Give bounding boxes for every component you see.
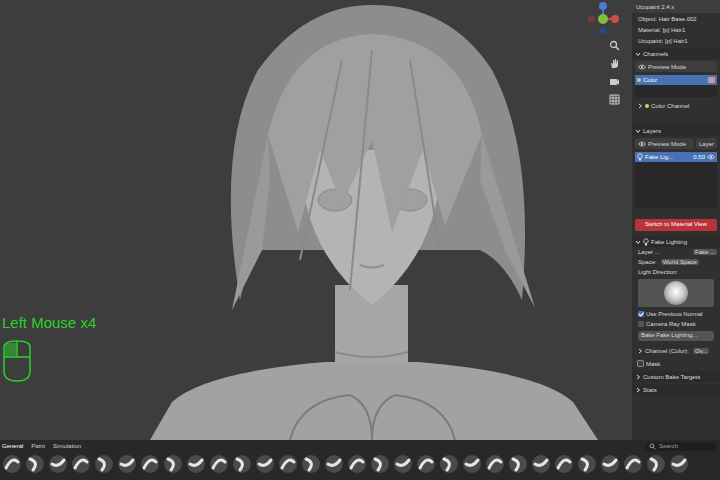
hand-icon[interactable] (609, 58, 620, 69)
chevron-icon (635, 374, 641, 380)
brush-icon[interactable] (393, 454, 413, 474)
brush-icon[interactable] (278, 454, 298, 474)
brush-icon[interactable] (347, 454, 367, 474)
character-model-render (0, 0, 632, 440)
footer-section-header[interactable]: Stats (632, 384, 720, 395)
search-icon (649, 443, 656, 450)
info-row: Material: [p] Hair1 (632, 24, 720, 35)
brush-icon[interactable] (416, 454, 436, 474)
brush-icon[interactable] (94, 454, 114, 474)
layer-type-field[interactable]: Fake ... (693, 249, 717, 255)
viewport-3d[interactable]: Left Mouse x4 (0, 0, 632, 440)
light-icon (637, 153, 643, 161)
input-overlay: Left Mouse x4 (2, 314, 96, 383)
eye-icon (638, 64, 646, 70)
option-checkbox-row[interactable]: Camera Ray Mask (632, 319, 720, 329)
brush-icon[interactable] (140, 454, 160, 474)
layer-list: Fake Lig...0.50 (635, 152, 717, 208)
brush-icon[interactable] (669, 454, 689, 474)
input-overlay-text: Left Mouse x4 (2, 314, 96, 331)
channel-dot-icon (645, 104, 649, 108)
space-row: Space:World Space (632, 257, 720, 267)
chevron-icon (635, 51, 641, 57)
brush-icon[interactable] (48, 454, 68, 474)
subsection-row[interactable]: Channel (Color):Ov... (632, 345, 720, 356)
chevron-icon (637, 103, 643, 109)
brush-icon[interactable] (324, 454, 344, 474)
space-field[interactable]: World Space (661, 259, 699, 265)
brush-icon[interactable] (117, 454, 137, 474)
footer-section-header[interactable]: Custom Bake Targets (632, 371, 720, 382)
brush-icon[interactable] (554, 454, 574, 474)
info-row: Object: Hair Base.002 (632, 13, 720, 24)
light-direction-widget[interactable] (638, 279, 714, 307)
layer-props-header[interactable]: Fake Lighting (632, 236, 720, 247)
brush-icon[interactable] (186, 454, 206, 474)
light-sphere-icon[interactable] (664, 281, 688, 305)
chevron-icon (635, 239, 641, 245)
brush-icon[interactable] (439, 454, 459, 474)
zoom-icon[interactable] (609, 40, 620, 51)
info-row: Ucupaint: [p] Hair1 (632, 35, 720, 46)
preview-mode-toggle[interactable]: Preview Mode (635, 138, 694, 149)
channel-dot-icon (637, 78, 641, 82)
bake-button[interactable]: Bake Fake Lighting... (638, 331, 714, 341)
brush-toolbar: General Paint Simulation Search (0, 440, 720, 480)
navigation-gizmo-icon[interactable] (586, 2, 620, 36)
ucupaint-panel: Ucupaint 2.4.xObject: Hair Base.002Mater… (632, 0, 720, 440)
subsection-row[interactable]: Mask (632, 358, 720, 369)
grid-icon[interactable] (609, 94, 620, 105)
eye-icon[interactable] (707, 154, 715, 160)
channels-header[interactable]: Channels (632, 48, 720, 59)
brush-icon[interactable] (508, 454, 528, 474)
light-icon (643, 238, 649, 246)
layer-type-row: Layer ...Fake ... (632, 247, 720, 257)
brush-icon[interactable] (301, 454, 321, 474)
brush-icon[interactable] (646, 454, 666, 474)
brush-icon[interactable] (25, 454, 45, 474)
brush-icon[interactable] (577, 454, 597, 474)
chevron-icon (635, 387, 641, 393)
option-checkbox-row[interactable]: Use Previous Normal (632, 309, 720, 319)
panel-title[interactable]: Ucupaint 2.4.x (632, 0, 720, 13)
light-direction-label: Light Direction: (632, 267, 720, 277)
brush-icon[interactable] (209, 454, 229, 474)
eye-icon (638, 141, 646, 147)
color-swatch[interactable] (708, 77, 715, 83)
layer-mode-select[interactable]: Layer (696, 138, 717, 149)
brush-icon[interactable] (370, 454, 390, 474)
camera-icon[interactable] (609, 76, 620, 87)
layer-item[interactable]: Fake Lig...0.50 (635, 152, 717, 162)
brush-icon[interactable] (531, 454, 551, 474)
brush-icon[interactable] (255, 454, 275, 474)
chevron-icon (635, 128, 641, 134)
color-channel-section[interactable]: Color Channel (632, 100, 720, 111)
toolbar-tab[interactable]: Simulation (52, 442, 82, 450)
mouse-icon (2, 339, 32, 383)
checkbox[interactable] (638, 311, 644, 317)
search-field[interactable]: Search (645, 442, 717, 451)
checkbox[interactable] (638, 321, 644, 327)
toolbar-tab[interactable]: General (1, 442, 24, 450)
brush-icon[interactable] (623, 454, 643, 474)
brush-icon[interactable] (232, 454, 252, 474)
brush-icon[interactable] (163, 454, 183, 474)
toolbar-tab[interactable]: Paint (30, 442, 46, 450)
switch-material-view-button[interactable]: Switch to Material View (635, 219, 717, 231)
layers-header[interactable]: Layers (632, 125, 720, 136)
chevron-icon (637, 348, 643, 354)
preview-mode-toggle[interactable]: Preview Mode (635, 61, 717, 72)
brush-icon[interactable] (2, 454, 22, 474)
channel-list: Color (635, 75, 717, 97)
brush-icon[interactable] (462, 454, 482, 474)
brush-icon[interactable] (71, 454, 91, 474)
channel-item[interactable]: Color (635, 75, 717, 85)
checkbox[interactable] (637, 360, 644, 367)
blender-window: Left Mouse x4 Ucupaint 2.4.xObject: Hair … (0, 0, 720, 480)
brush-icon[interactable] (600, 454, 620, 474)
brush-icon[interactable] (485, 454, 505, 474)
